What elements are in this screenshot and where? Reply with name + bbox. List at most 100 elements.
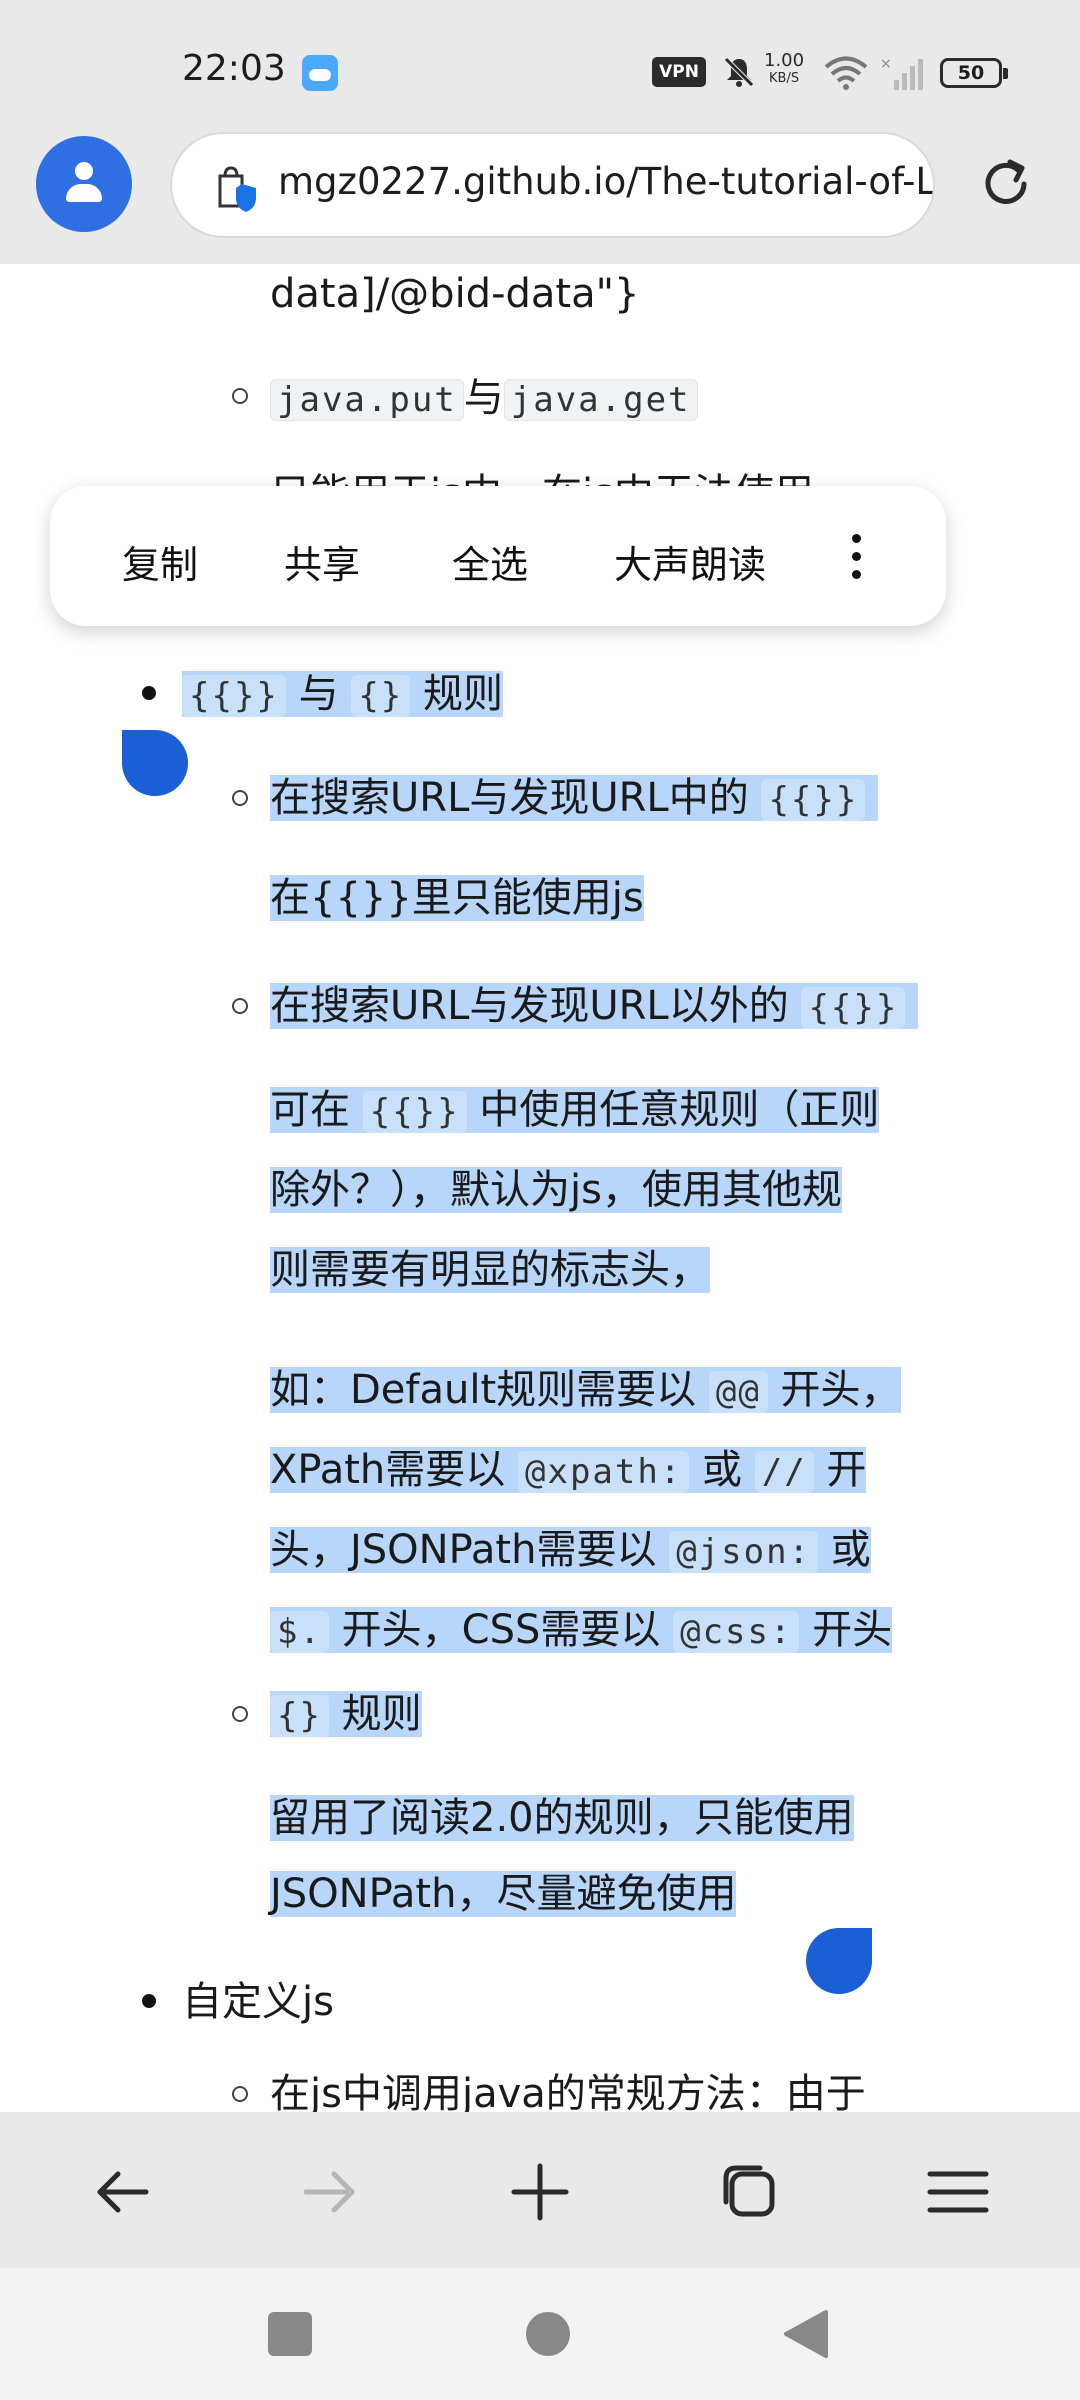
wifi-icon bbox=[824, 56, 868, 90]
text-fragment: 规则 bbox=[341, 1691, 422, 1737]
inline-code: {} bbox=[270, 1695, 329, 1737]
selected-text: 如：Default规则需要以 @@ 开头， bbox=[270, 1367, 901, 1413]
inline-code: {{}} bbox=[801, 987, 906, 1029]
inline-code: @@ bbox=[708, 1371, 768, 1413]
content-line: 在js中调用java的常规方法：由于 bbox=[270, 2064, 866, 2112]
url-text: mgz0227.github.io/The-tutorial-of-Le bbox=[278, 160, 935, 203]
text-fragment: XPath需要以 bbox=[270, 1447, 506, 1493]
selected-text: $. 开头，CSS需要以 @css: 开头 bbox=[270, 1607, 893, 1653]
share-menu-item[interactable]: 共享 bbox=[284, 534, 360, 589]
inline-code: {} bbox=[351, 675, 411, 717]
signal-icon: × bbox=[880, 56, 923, 90]
copy-menu-item[interactable]: 复制 bbox=[122, 534, 198, 589]
user-icon-body bbox=[66, 184, 102, 202]
battery-indicator: 50 bbox=[940, 58, 1008, 88]
inline-code: // bbox=[754, 1451, 814, 1493]
new-tab-plus-icon[interactable] bbox=[500, 2152, 580, 2232]
text-fragment: 开头 bbox=[812, 1607, 893, 1653]
selected-text: 在搜索URL与发现URL以外的 {{}} bbox=[270, 983, 919, 1029]
text-fragment: 中使用任意规则（正则 bbox=[479, 1087, 880, 1133]
selected-text: 在{{}}里只能使用js bbox=[270, 875, 644, 921]
inline-code: $. bbox=[270, 1611, 329, 1653]
status-time: 22:03 bbox=[182, 48, 286, 89]
status-bar: 22:03 VPN 1.00 KB/S × 50 bbox=[0, 0, 1080, 132]
content-line: 可在 {{}} 中使用任意规则（正则 bbox=[270, 1080, 880, 1142]
select-all-menu-item[interactable]: 全选 bbox=[452, 534, 528, 589]
list-bullet bbox=[142, 1994, 156, 2008]
selected-text: XPath需要以 @xpath: 或 // 开 bbox=[270, 1447, 867, 1493]
read-aloud-menu-item[interactable]: 大声朗读 bbox=[614, 534, 766, 589]
content-line: 在搜索URL与发现URL以外的 {{}} bbox=[270, 976, 919, 1038]
inline-code: {{}} bbox=[761, 779, 866, 821]
content-line: 在{{}}里只能使用js bbox=[270, 868, 644, 928]
mute-bell-icon bbox=[724, 57, 754, 87]
text-fragment: 开 bbox=[826, 1447, 867, 1493]
content-line: {} 规则 bbox=[270, 1684, 422, 1746]
inline-code: {{}} bbox=[362, 1091, 467, 1133]
selected-text: 在搜索URL与发现URL中的 {{}} bbox=[270, 775, 879, 821]
browser-toolbar bbox=[0, 2112, 1080, 2268]
sub-bullet bbox=[232, 2086, 248, 2102]
selection-context-menu: 复制 共享 全选 大声朗读 bbox=[50, 486, 946, 626]
menu-hamburger-icon[interactable] bbox=[918, 2152, 998, 2232]
home-circle-icon[interactable] bbox=[524, 2310, 572, 2358]
selected-text: {} 规则 bbox=[270, 1691, 422, 1737]
text-fragment: 或 bbox=[702, 1447, 743, 1493]
back-arrow-icon[interactable] bbox=[82, 2152, 162, 2232]
selection-start-handle[interactable] bbox=[122, 730, 188, 796]
sub-bullet bbox=[232, 388, 248, 404]
content-line: 如：Default规则需要以 @@ 开头， bbox=[270, 1360, 901, 1422]
inline-code: @json: bbox=[669, 1531, 819, 1573]
content-line: 则需要有明显的标志头， bbox=[270, 1240, 710, 1300]
text-fragment: 与 bbox=[463, 375, 504, 421]
net-speed-unit: KB/S bbox=[769, 71, 800, 86]
inline-code: {{}} bbox=[182, 675, 286, 717]
reload-icon[interactable] bbox=[976, 154, 1036, 214]
inline-code: java.put bbox=[270, 379, 464, 421]
text-fragment: 或 bbox=[830, 1527, 871, 1573]
list-item-heading: 自定义js bbox=[182, 1972, 334, 2032]
text-fragment: 头，JSONPath需要以 bbox=[270, 1527, 657, 1573]
svg-text:×: × bbox=[880, 56, 892, 72]
content-line: JSONPath，尽量避免使用 bbox=[270, 1864, 737, 1924]
text-fragment: 与 bbox=[298, 671, 339, 717]
user-icon bbox=[75, 162, 93, 180]
list-item-heading: {{}} 与 {} 规则 bbox=[182, 664, 503, 726]
selected-text: JSONPath，尽量避免使用 bbox=[270, 1871, 737, 1917]
text-fragment: 规则 bbox=[423, 671, 503, 717]
profile-avatar[interactable] bbox=[36, 136, 132, 232]
url-bar[interactable]: mgz0227.github.io/The-tutorial-of-Le bbox=[170, 132, 935, 238]
more-vertical-icon[interactable] bbox=[852, 534, 862, 580]
text-fragment: 开头，CSS需要以 bbox=[341, 1607, 661, 1653]
net-speed-value: 1.00 bbox=[764, 50, 805, 71]
selection-end-handle[interactable] bbox=[806, 1928, 872, 1994]
inline-code: java.get bbox=[503, 379, 698, 421]
text-fragment: 如：Default规则需要以 bbox=[270, 1367, 697, 1413]
text-fragment: 可在 bbox=[270, 1087, 350, 1133]
content-line: 头，JSONPath需要以 @json: 或 bbox=[270, 1520, 871, 1582]
system-nav-bar bbox=[0, 2268, 1080, 2400]
content-line: $. 开头，CSS需要以 @css: 开头 bbox=[270, 1600, 893, 1662]
selected-text: 留用了阅读2.0的规则，只能使用 bbox=[270, 1795, 854, 1841]
content-line: data]/@bid-data"} bbox=[270, 264, 639, 324]
text-fragment: 在搜索URL与发现URL中的 bbox=[270, 775, 749, 821]
browser-address-row: mgz0227.github.io/The-tutorial-of-Le bbox=[0, 132, 1080, 264]
text-fragment: 开头， bbox=[780, 1367, 901, 1413]
vpn-badge: VPN bbox=[652, 57, 706, 87]
tabs-icon[interactable] bbox=[710, 2152, 790, 2232]
back-triangle-icon[interactable] bbox=[780, 2308, 830, 2360]
content-line: 留用了阅读2.0的规则，只能使用 bbox=[270, 1788, 854, 1848]
list-bullet bbox=[142, 686, 156, 700]
text-fragment: 自定义js bbox=[182, 1979, 334, 2025]
recents-square-icon[interactable] bbox=[266, 2310, 314, 2358]
sub-bullet bbox=[232, 1706, 248, 1722]
inline-code: @xpath: bbox=[518, 1451, 690, 1493]
selected-text: 则需要有明显的标志头， bbox=[270, 1247, 710, 1293]
sub-bullet bbox=[232, 998, 248, 1014]
text-fragment: 在搜索URL与发现URL以外的 bbox=[270, 983, 789, 1029]
forward-arrow-icon[interactable] bbox=[290, 2152, 370, 2232]
weather-icon bbox=[302, 55, 338, 91]
net-speed: 1.00 KB/S bbox=[764, 52, 804, 88]
site-security-icon bbox=[218, 166, 256, 212]
inline-code: @css: bbox=[673, 1611, 800, 1653]
